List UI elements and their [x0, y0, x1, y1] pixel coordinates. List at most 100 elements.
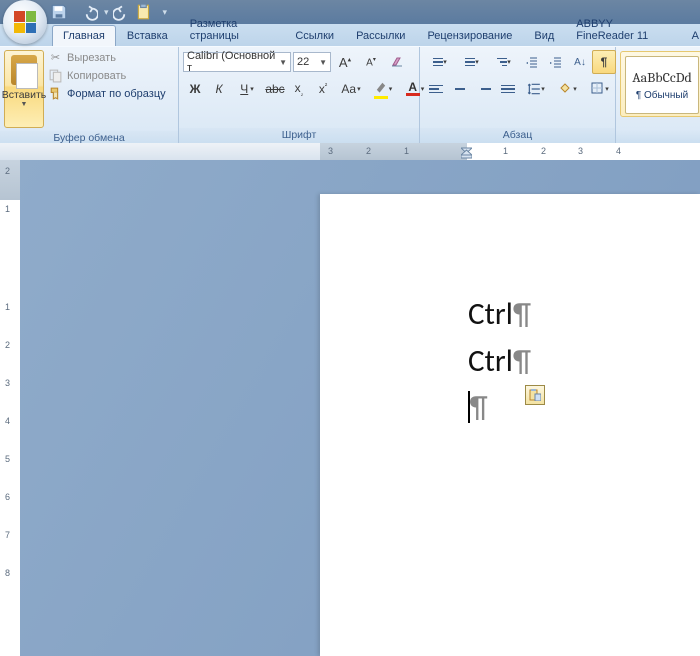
- save-icon[interactable]: [50, 3, 68, 21]
- sort-icon: A↓: [574, 57, 586, 68]
- ruler-tick: 1: [5, 302, 10, 312]
- indent-marker-icon[interactable]: [461, 144, 472, 159]
- font-size-combo[interactable]: 22 ▼: [293, 52, 331, 72]
- undo-dropdown-icon[interactable]: ▾: [104, 7, 109, 18]
- sort-button[interactable]: A↓: [568, 50, 592, 74]
- shrink-font-button[interactable]: A▾: [359, 50, 383, 74]
- newdoc-icon[interactable]: [135, 3, 153, 21]
- font-color-icon: A: [406, 82, 420, 96]
- clear-formatting-button[interactable]: [385, 50, 409, 74]
- shading-button[interactable]: ▾: [552, 77, 584, 101]
- tab-layout[interactable]: Разметка страницы: [179, 13, 285, 46]
- bold-icon: Ж: [190, 82, 201, 96]
- vertical-ruler[interactable]: 2 1 1 2 3 4 5 6 7 8: [0, 160, 21, 656]
- ruler-tick: 2: [5, 340, 10, 350]
- copy-label: Копировать: [67, 70, 126, 82]
- paste-label: Вставить: [2, 89, 47, 101]
- align-right-button[interactable]: [472, 77, 496, 101]
- paste-icon: [11, 55, 37, 85]
- align-right-icon: [477, 85, 491, 94]
- paste-button[interactable]: Вставить ▼: [4, 50, 44, 128]
- qat-customize-icon[interactable]: ▾: [163, 7, 168, 18]
- copy-icon: [48, 68, 63, 83]
- subscript-button[interactable]: x₂: [287, 77, 311, 101]
- copy-button: Копировать: [48, 68, 166, 83]
- change-case-icon: Aa: [341, 82, 356, 96]
- tab-review[interactable]: Рецензирование: [416, 25, 523, 46]
- align-left-icon: [429, 85, 443, 94]
- underline-button[interactable]: Ч▾: [231, 77, 263, 101]
- ruler-tick: 2: [366, 146, 371, 156]
- show-hide-button[interactable]: ¶: [592, 50, 616, 74]
- ruler-tick: 1: [404, 146, 409, 156]
- multilevel-icon: [497, 58, 507, 67]
- workspace: 3 2 1 1 2 3 4 2 1 1 2 3 4 5 6 7 8: [0, 143, 700, 656]
- multilevel-button[interactable]: ▾: [488, 50, 520, 74]
- cut-label: Вырезать: [67, 52, 116, 64]
- ruler-tick: 1: [503, 146, 508, 156]
- undo-icon[interactable]: [80, 3, 98, 21]
- tab-abbyy[interactable]: ABBYY FineReader 11: [565, 13, 680, 46]
- ruler-tick: 7: [5, 530, 10, 540]
- ruler-tick: 3: [5, 378, 10, 388]
- font-name-combo[interactable]: Calibri (Основной т▼: [183, 52, 291, 72]
- align-center-button[interactable]: [448, 77, 472, 101]
- bullets-button[interactable]: ▾: [424, 50, 456, 74]
- italic-icon: К: [215, 82, 222, 96]
- style-normal[interactable]: AaBbCcDd ¶ Обычный: [620, 51, 700, 117]
- tab-mailings[interactable]: Рассылки: [345, 25, 416, 46]
- subscript-icon: x₂: [295, 81, 304, 97]
- superscript-button[interactable]: x²: [311, 77, 335, 101]
- group-font-label: Шрифт: [179, 128, 419, 144]
- borders-button[interactable]: ▾: [584, 77, 616, 101]
- justify-button[interactable]: [496, 77, 520, 101]
- align-left-button[interactable]: [424, 77, 448, 101]
- grow-font-button[interactable]: A▴: [333, 50, 357, 74]
- ruler-tick: 2: [541, 146, 546, 156]
- ruler-tick: 6: [5, 492, 10, 502]
- ruler-tick: 5: [5, 454, 10, 464]
- tab-addin[interactable]: A: [681, 25, 700, 46]
- text-line-1: Ctrl: [468, 295, 513, 333]
- cut-button: ✂ Вырезать: [48, 50, 166, 65]
- bullets-icon: [433, 58, 443, 67]
- align-center-icon: [453, 85, 467, 94]
- tab-insert[interactable]: Вставка: [116, 25, 179, 46]
- line-spacing-button[interactable]: ▾: [520, 77, 552, 101]
- tab-home[interactable]: Главная: [52, 25, 116, 46]
- paste-options-button[interactable]: [525, 385, 545, 405]
- ruler-tick: 3: [578, 146, 583, 156]
- increase-indent-button[interactable]: [544, 50, 568, 74]
- format-painter-icon: [48, 86, 63, 101]
- numbering-button[interactable]: ▾: [456, 50, 488, 74]
- document-text[interactable]: Ctrl¶ Ctrl¶ ¶: [468, 291, 531, 431]
- borders-icon: [591, 82, 605, 96]
- font-size-value: 22: [297, 56, 309, 68]
- highlight-button[interactable]: ▾: [367, 77, 399, 101]
- strikethrough-button[interactable]: abc: [263, 77, 287, 101]
- bold-button[interactable]: Ж: [183, 77, 207, 101]
- change-case-button[interactable]: Aa▾: [335, 77, 367, 101]
- style-sample: AaBbCcDd: [632, 69, 692, 86]
- office-button[interactable]: [3, 0, 47, 44]
- tab-view[interactable]: Вид: [523, 25, 565, 46]
- ruler-tick: 3: [328, 146, 333, 156]
- justify-icon: [501, 85, 515, 94]
- format-painter-button[interactable]: Формат по образцу: [48, 86, 166, 101]
- pilcrow-mark: ¶: [470, 388, 488, 426]
- office-logo-icon: [14, 11, 36, 33]
- chevron-down-icon: ▼: [319, 58, 327, 67]
- decrease-indent-button[interactable]: [520, 50, 544, 74]
- shading-icon: [559, 82, 573, 96]
- redo-icon[interactable]: [113, 3, 131, 21]
- highlight-icon: [374, 80, 388, 99]
- style-name: ¶ Обычный: [636, 90, 688, 101]
- tab-references[interactable]: Ссылки: [284, 25, 345, 46]
- ruler-tick: 4: [5, 416, 10, 426]
- horizontal-ruler[interactable]: 3 2 1 1 2 3 4: [0, 143, 700, 161]
- group-paragraph: ▾ ▾ ▾ A↓ ¶ ▾ ▾ ▾ Абзац: [420, 47, 616, 144]
- paste-dropdown-icon[interactable]: ▼: [21, 101, 28, 108]
- document-page[interactable]: Ctrl¶ Ctrl¶ ¶: [320, 194, 700, 656]
- strikethrough-icon: abc: [265, 82, 284, 96]
- italic-button[interactable]: К: [207, 77, 231, 101]
